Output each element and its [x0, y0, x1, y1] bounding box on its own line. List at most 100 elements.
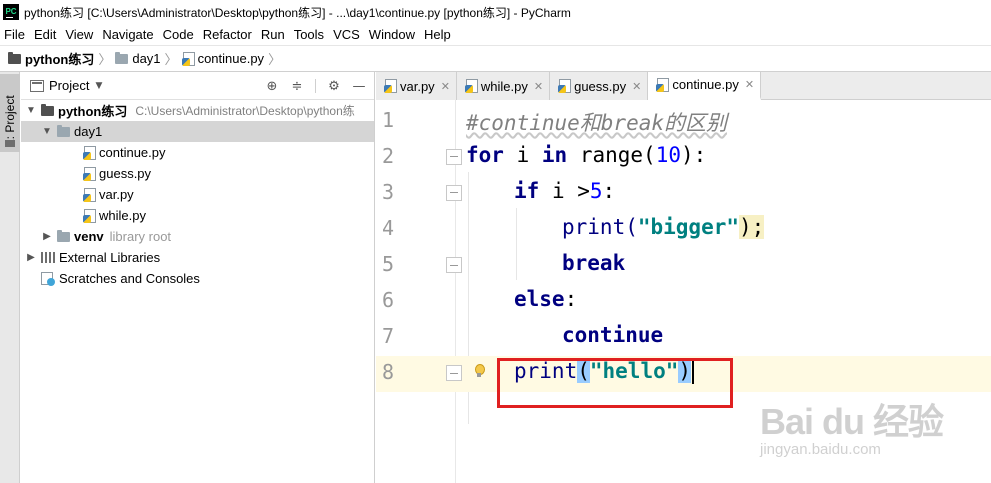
- breadcrumb-file[interactable]: continue.py: [181, 51, 265, 66]
- project-view-selector[interactable]: Project: [49, 78, 89, 93]
- python-file-icon: [181, 51, 195, 66]
- code-text: continue: [562, 323, 664, 347]
- tree-file-label: guess.py: [99, 166, 152, 181]
- tree-node-scratches[interactable]: Scratches and Consoles: [21, 268, 374, 289]
- project-panel-header: Project ▼ ⊕ ≑ ⚙ —: [21, 72, 374, 100]
- folder-icon: [57, 124, 70, 137]
- project-panel-tools: ⊕ ≑ ⚙ —: [265, 72, 366, 100]
- python-file-icon: [384, 79, 397, 93]
- collapse-all-icon[interactable]: ≑: [290, 79, 304, 93]
- tree-node-venv[interactable]: ▶ venv library root: [21, 226, 374, 247]
- menu-navigate[interactable]: Navigate: [98, 27, 158, 42]
- code-text: break: [562, 251, 626, 275]
- gear-icon[interactable]: ⚙: [327, 79, 341, 93]
- pycharm-app-icon: PC: [3, 4, 19, 20]
- line-number: 8: [381, 360, 394, 384]
- python-file-icon: [83, 145, 96, 160]
- window-title: python练习 [C:\Users\Administrator\Desktop…: [24, 5, 571, 20]
- menu-view[interactable]: View: [61, 27, 98, 42]
- tree-node-root[interactable]: ▼ python练习 C:\Users\Administrator\Deskto…: [21, 100, 374, 121]
- chevron-down-icon[interactable]: ▼: [25, 105, 37, 117]
- code-text: if i >5:: [514, 179, 616, 203]
- menu-code[interactable]: Code: [159, 27, 199, 42]
- menu-vcs[interactable]: VCS: [329, 27, 365, 42]
- close-icon[interactable]: ✕: [534, 80, 543, 93]
- folder-icon: [41, 103, 54, 116]
- close-icon[interactable]: ✕: [441, 80, 450, 93]
- menu-bar: File Edit View Navigate Code Refactor Ru…: [0, 24, 991, 44]
- editor-tabs: var.py ✕ while.py ✕ guess.py ✕ continue.…: [376, 72, 991, 100]
- tree-file-while[interactable]: while.py: [21, 205, 374, 226]
- chevron-right-icon: 〉: [98, 53, 112, 68]
- lightbulb-icon[interactable]: [474, 364, 485, 378]
- fold-marker-icon[interactable]: [446, 365, 462, 381]
- menu-edit[interactable]: Edit: [30, 27, 61, 42]
- tab-var[interactable]: var.py ✕: [376, 72, 457, 100]
- tab-label: guess.py: [574, 78, 627, 94]
- tree-scratches-label: Scratches and Consoles: [59, 271, 200, 286]
- tab-while[interactable]: while.py ✕: [456, 72, 551, 100]
- chevron-right-icon[interactable]: ▶: [41, 231, 53, 243]
- tree-file-label: while.py: [99, 208, 146, 223]
- line-number: 6: [381, 288, 394, 312]
- scratches-icon: [41, 271, 55, 286]
- code-line-4[interactable]: 4 print("bigger");: [376, 212, 991, 248]
- minimize-icon[interactable]: —: [352, 79, 366, 93]
- code-line-5[interactable]: 5 break: [376, 248, 991, 284]
- chevron-down-icon[interactable]: ▼: [41, 126, 53, 138]
- tree-node-external-libraries[interactable]: ▶ External Libraries: [21, 247, 374, 268]
- caret-down-icon[interactable]: ▼: [95, 81, 102, 91]
- code-line-2[interactable]: 2 for i in range(10):: [376, 140, 991, 176]
- code-line-6[interactable]: 6 else:: [376, 284, 991, 320]
- fold-marker-icon[interactable]: [446, 149, 462, 165]
- baidu-jingyan-watermark: Bai du 经验 jingyan.baidu.com: [760, 393, 944, 458]
- chevron-right-icon[interactable]: ▶: [25, 252, 37, 264]
- line-number: 3: [381, 180, 394, 204]
- breadcrumb-file-label: continue.py: [197, 51, 265, 66]
- menu-help[interactable]: Help: [420, 27, 456, 42]
- menu-run[interactable]: Run: [257, 27, 290, 42]
- tree-external-libraries-label: External Libraries: [59, 250, 161, 265]
- line-number: 4: [381, 216, 394, 240]
- menu-refactor[interactable]: Refactor: [199, 27, 257, 42]
- menu-file[interactable]: File: [0, 27, 30, 42]
- python-file-icon: [558, 79, 572, 93]
- tree-file-guess[interactable]: guess.py: [21, 163, 374, 184]
- fold-marker-icon[interactable]: [446, 185, 462, 201]
- breadcrumb: python练习 〉 day1 〉 continue.py 〉: [0, 45, 991, 72]
- tree-node-day1[interactable]: ▼ day1: [21, 121, 374, 142]
- left-tool-stripe: 1: Project: [0, 72, 20, 483]
- locate-icon[interactable]: ⊕: [265, 79, 279, 93]
- fold-marker-icon[interactable]: [446, 257, 462, 273]
- python-file-icon: [83, 187, 96, 202]
- code-text: for i in range(10):: [466, 143, 707, 167]
- close-icon[interactable]: ✕: [632, 80, 641, 93]
- python-file-icon: [83, 208, 96, 223]
- python-file-icon: [656, 77, 670, 92]
- watermark-brand: Bai du 经验: [760, 401, 944, 442]
- code-text: else:: [514, 287, 578, 311]
- project-tree: ▼ python练习 C:\Users\Administrator\Deskto…: [21, 100, 374, 289]
- tab-guess[interactable]: guess.py ✕: [550, 72, 649, 100]
- tree-venv-label: venv: [74, 229, 104, 244]
- line-number: 5: [381, 252, 394, 276]
- menu-window[interactable]: Window: [365, 27, 420, 42]
- tab-continue[interactable]: continue.py ✕: [648, 72, 762, 100]
- code-line-7[interactable]: 7 continue: [376, 320, 991, 356]
- code-line-1[interactable]: 1 #continue和break的区别: [376, 104, 991, 140]
- breadcrumb-day1[interactable]: day1: [115, 51, 161, 66]
- tree-file-continue[interactable]: continue.py: [21, 142, 374, 163]
- folder-icon: [57, 229, 70, 242]
- close-icon[interactable]: ✕: [745, 78, 754, 91]
- code-line-3[interactable]: 3 if i >5:: [376, 176, 991, 212]
- folder-icon: [5, 140, 15, 147]
- toolbar-divider: [315, 79, 316, 93]
- menu-tools[interactable]: Tools: [290, 27, 329, 42]
- tree-file-var[interactable]: var.py: [21, 184, 374, 205]
- project-panel: Project ▼ ⊕ ≑ ⚙ — ▼ python练习 C:\Users\Ad…: [21, 72, 375, 483]
- tree-root-label: python练习: [58, 104, 128, 119]
- breadcrumb-project-label: python练习: [25, 52, 95, 67]
- project-stripe-label: 1: Project: [3, 95, 17, 146]
- tab-label: var.py: [400, 78, 435, 94]
- breadcrumb-project[interactable]: python练习: [8, 49, 94, 68]
